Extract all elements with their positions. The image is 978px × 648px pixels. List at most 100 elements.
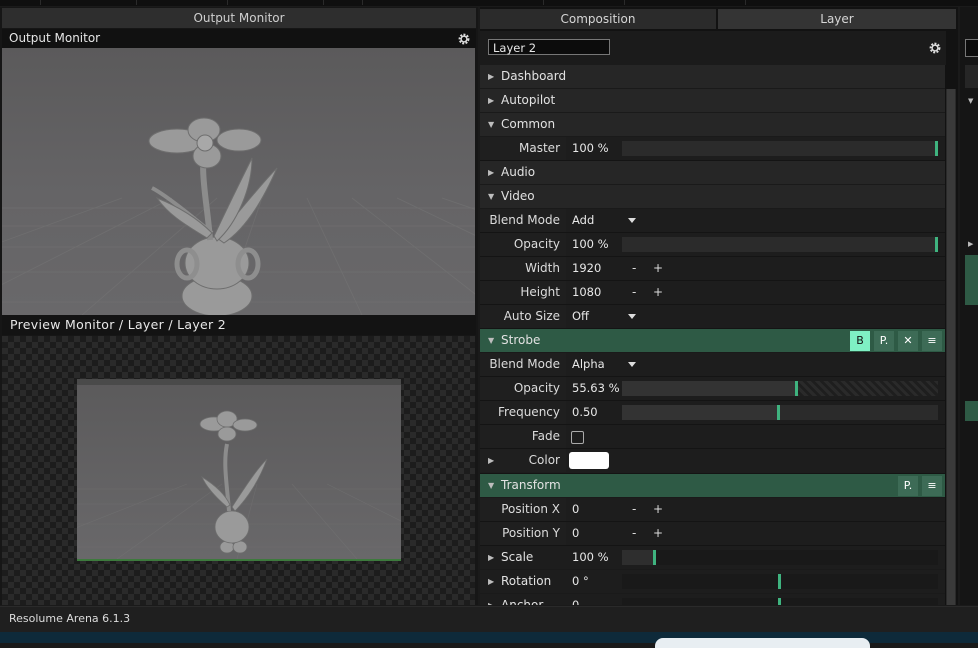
section-label: Common (501, 117, 556, 131)
preview-monitor-header: Preview Monitor / Layer / Layer 2 (2, 315, 476, 335)
width-plus-button[interactable]: + (653, 257, 663, 280)
section-audio[interactable]: ▶ Audio (480, 161, 945, 185)
blend-mode-value[interactable]: Alpha (572, 353, 605, 376)
section-common[interactable]: ▼ Common (480, 113, 945, 137)
scrollbar-thumb[interactable] (947, 89, 955, 605)
status-bar: Resolume Arena 6.1.3 (0, 606, 978, 633)
triangle-right-icon[interactable]: ▶ (488, 449, 494, 472)
slider-handle[interactable] (935, 141, 938, 156)
section-label: Strobe (501, 333, 541, 347)
position-y-value[interactable]: 0 (572, 522, 579, 545)
vertical-scrollbar[interactable] (946, 89, 956, 605)
section-label: Autopilot (501, 93, 556, 107)
section-dashboard[interactable]: ▶ Dashboard (480, 65, 945, 89)
slider-fill (622, 381, 795, 396)
preview-monitor-view[interactable] (2, 336, 475, 605)
color-swatch[interactable] (569, 452, 609, 469)
dropdown-arrow-icon[interactable] (628, 218, 636, 223)
rotation-slider[interactable] (622, 574, 938, 589)
video-width-row: Width 1920 - + (480, 257, 945, 281)
output-monitor-view[interactable] (2, 48, 475, 315)
top-strip (0, 0, 978, 6)
bypass-button[interactable]: B (850, 331, 870, 351)
composition-panel: Composition Layer Layer 2 ▶ Dashboard ▶ … (480, 7, 958, 605)
section-transform[interactable]: ▼ Transform P. ≡ (480, 474, 945, 498)
frequency-slider[interactable] (622, 405, 938, 420)
taskbar-pill[interactable] (655, 638, 870, 648)
preview-scene-render (77, 410, 401, 559)
triangle-down-icon: ▼ (488, 120, 495, 129)
slider-handle[interactable] (935, 237, 938, 252)
frequency-label: Frequency (498, 405, 560, 419)
height-plus-button[interactable]: + (653, 281, 663, 304)
preset-button[interactable]: P. (874, 331, 894, 351)
opacity-slider[interactable] (622, 237, 938, 252)
blend-mode-value[interactable]: Add (572, 209, 594, 232)
master-slider[interactable] (622, 141, 938, 156)
triangle-right-icon[interactable]: ▶ (488, 594, 494, 605)
remove-effect-button[interactable]: ✕ (898, 331, 918, 351)
section-label: Video (501, 189, 535, 203)
gear-icon[interactable] (457, 32, 471, 46)
master-value[interactable]: 100 % (572, 137, 609, 160)
strobe-frequency-row: Frequency 0.50 (480, 401, 945, 425)
preview-embedded-ui (77, 379, 401, 385)
side-panel-input[interactable] (965, 39, 978, 57)
tab-layer[interactable]: Layer (718, 9, 956, 29)
slider-handle[interactable] (795, 381, 798, 396)
position-y-plus-button[interactable]: + (653, 522, 663, 545)
section-autopilot[interactable]: ▶ Autopilot (480, 89, 945, 113)
position-x-row: Position X 0 - + (480, 498, 945, 522)
triangle-right-icon: ▶ (488, 72, 495, 81)
side-panel-row[interactable] (965, 65, 978, 88)
gear-icon[interactable] (928, 41, 942, 55)
frequency-value[interactable]: 0.50 (572, 401, 598, 424)
triangle-down-icon: ▼ (488, 192, 495, 201)
output-monitor-tab[interactable]: Output Monitor (2, 8, 476, 28)
preset-button[interactable]: P. (898, 476, 918, 496)
layer-name-input[interactable]: Layer 2 (488, 39, 610, 55)
slider-handle[interactable] (653, 550, 656, 565)
rotation-row: ▶ Rotation 0 ° (480, 570, 945, 594)
section-video[interactable]: ▼ Video (480, 185, 945, 209)
position-x-value[interactable]: 0 (572, 498, 579, 521)
scale-slider[interactable] (622, 550, 938, 565)
menu-icon[interactable]: ≡ (922, 476, 942, 496)
width-minus-button[interactable]: - (632, 257, 636, 280)
fade-checkbox[interactable] (571, 431, 584, 444)
slider-fill (622, 405, 777, 420)
scale-value[interactable]: 100 % (572, 546, 609, 569)
position-y-minus-button[interactable]: - (632, 522, 636, 545)
triangle-right-icon[interactable]: ▶ (488, 546, 494, 569)
anchor-slider[interactable] (622, 598, 938, 605)
layer-name-row: Layer 2 (480, 31, 946, 65)
menu-icon[interactable]: ≡ (922, 331, 942, 351)
section-label: Dashboard (501, 69, 567, 83)
position-x-minus-button[interactable]: - (632, 498, 636, 521)
output-monitor-header: Output Monitor (2, 29, 476, 48)
position-x-plus-button[interactable]: + (653, 498, 663, 521)
output-panel: Output Monitor Output Monitor Preview Mo… (0, 7, 478, 605)
autosize-value[interactable]: Off (572, 305, 589, 328)
rotation-label: Rotation (501, 574, 552, 588)
slider-handle[interactable] (777, 405, 780, 420)
strobe-opacity-slider[interactable] (622, 381, 938, 396)
width-label: Width (525, 261, 560, 275)
section-strobe[interactable]: ▼ Strobe B P. ✕ ≡ (480, 329, 945, 353)
dropdown-arrow-icon[interactable] (628, 362, 636, 367)
slider-handle[interactable] (778, 574, 781, 589)
opacity-value[interactable]: 100 % (572, 233, 609, 256)
height-value[interactable]: 1080 (572, 281, 601, 304)
rotation-value[interactable]: 0 ° (572, 570, 589, 593)
width-value[interactable]: 1920 (572, 257, 601, 280)
slider-handle[interactable] (778, 598, 781, 605)
scale-label: Scale (501, 550, 534, 564)
scale-row: ▶ Scale 100 % (480, 546, 945, 570)
dropdown-arrow-icon[interactable] (628, 314, 636, 319)
triangle-right-icon[interactable]: ▶ (488, 570, 494, 593)
height-minus-button[interactable]: - (632, 281, 636, 304)
anchor-value[interactable]: 0 (572, 594, 579, 605)
opacity-value[interactable]: 55.63 % (572, 377, 620, 400)
triangle-down-icon: ▼ (488, 336, 495, 345)
tab-composition[interactable]: Composition (480, 9, 716, 29)
